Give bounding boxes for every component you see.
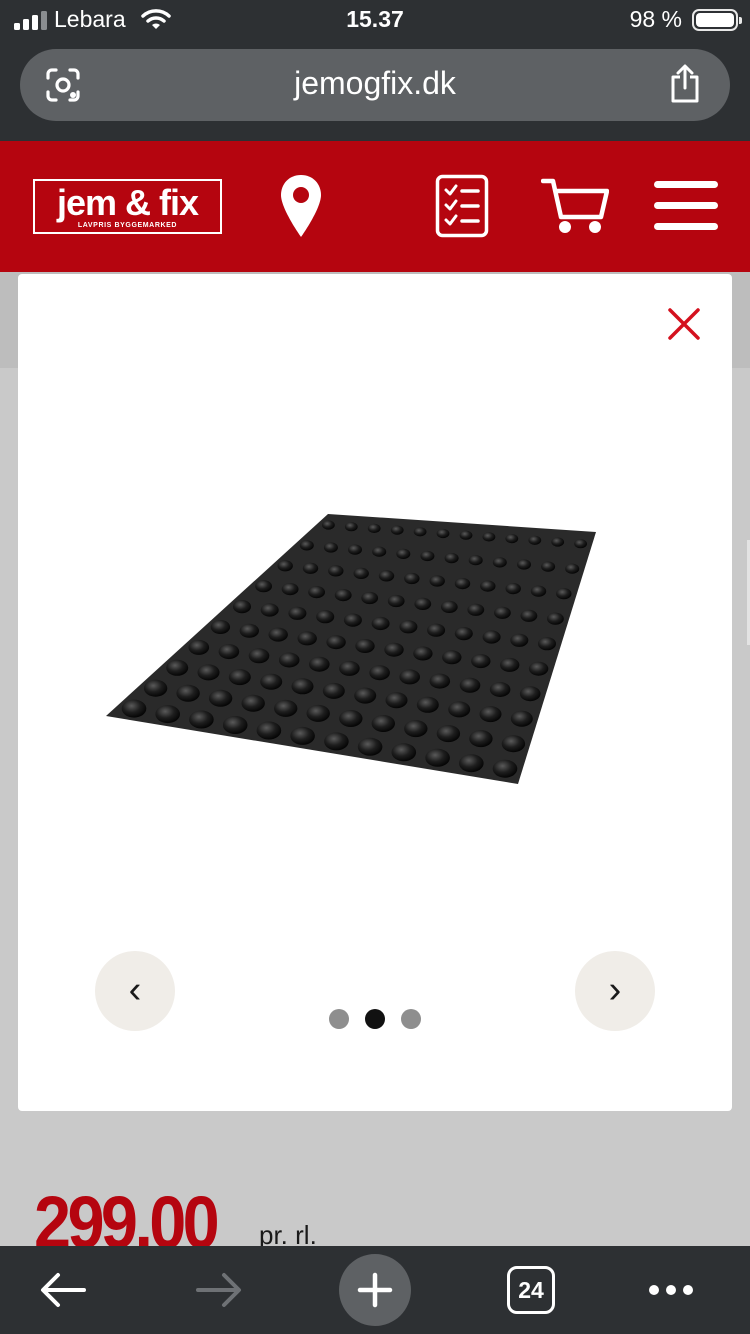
battery-percentage: 98 % — [629, 6, 682, 32]
logo-tagline: LAVPRIS BYGGEMARKED — [77, 222, 178, 229]
forward-arrow-icon[interactable] — [194, 1270, 244, 1310]
cart-icon[interactable] — [541, 177, 609, 237]
gallery-dot-2[interactable] — [365, 1009, 385, 1029]
price-section: 299,00 pr. rl. — [0, 1180, 750, 1246]
close-icon[interactable] — [662, 302, 706, 346]
image-gallery-modal: ‹ › — [18, 274, 732, 1111]
address-bar[interactable]: jemogfix.dk — [20, 49, 730, 121]
back-arrow-icon[interactable] — [38, 1270, 88, 1310]
battery-icon — [692, 9, 742, 31]
gallery-dot-1[interactable] — [329, 1009, 349, 1029]
price-unit: pr. rl. — [259, 1220, 317, 1246]
browser-toolbar: 24 — [0, 1246, 750, 1334]
more-icon[interactable] — [648, 1282, 694, 1298]
logo-name: jem & fix — [56, 182, 199, 223]
product-price: 299,00 — [34, 1181, 220, 1246]
url-text[interactable]: jemogfix.dk — [20, 65, 730, 102]
next-image-button[interactable]: › — [575, 951, 655, 1031]
shopping-list-icon[interactable] — [435, 174, 489, 238]
gallery-pagination — [328, 1008, 428, 1030]
tabs-icon[interactable]: 24 — [507, 1266, 555, 1314]
plus-icon — [357, 1272, 393, 1308]
menu-icon[interactable] — [654, 179, 718, 233]
gallery-dot-3[interactable] — [401, 1009, 421, 1029]
location-pin-icon[interactable] — [279, 173, 323, 239]
share-icon[interactable] — [668, 63, 702, 105]
browser-chrome: Lebara 15.37 98 % jemogfix.dk — [0, 0, 750, 141]
site-header: jem & fix LAVPRIS BYGGEMARKED — [0, 141, 750, 272]
site-logo[interactable]: jem & fix LAVPRIS BYGGEMARKED — [33, 179, 222, 234]
product-image — [106, 514, 596, 784]
previous-image-button[interactable]: ‹ — [95, 951, 175, 1031]
new-tab-button[interactable] — [339, 1254, 411, 1326]
status-bar: Lebara 15.37 98 % — [0, 0, 750, 44]
